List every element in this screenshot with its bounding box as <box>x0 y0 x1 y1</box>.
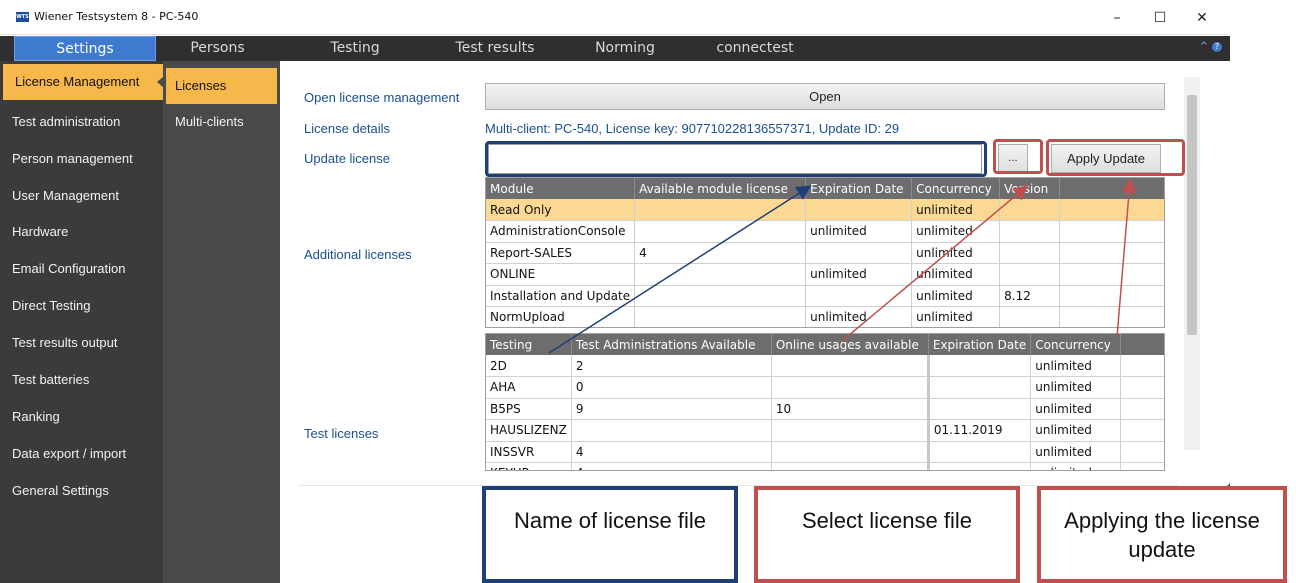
callout-select-license-file: Select license file <box>754 486 1020 583</box>
apply-arrow <box>1116 178 1137 338</box>
select-arrow <box>841 185 1029 342</box>
name-arrow <box>548 185 812 354</box>
callout-applying-update: Applying the license update <box>1037 486 1287 583</box>
callout-name-of-license-file: Name of license file <box>482 486 738 583</box>
app-window: WTS Wiener Testsystem 8 - PC-540 – ☐ ✕ S… <box>0 0 1296 583</box>
